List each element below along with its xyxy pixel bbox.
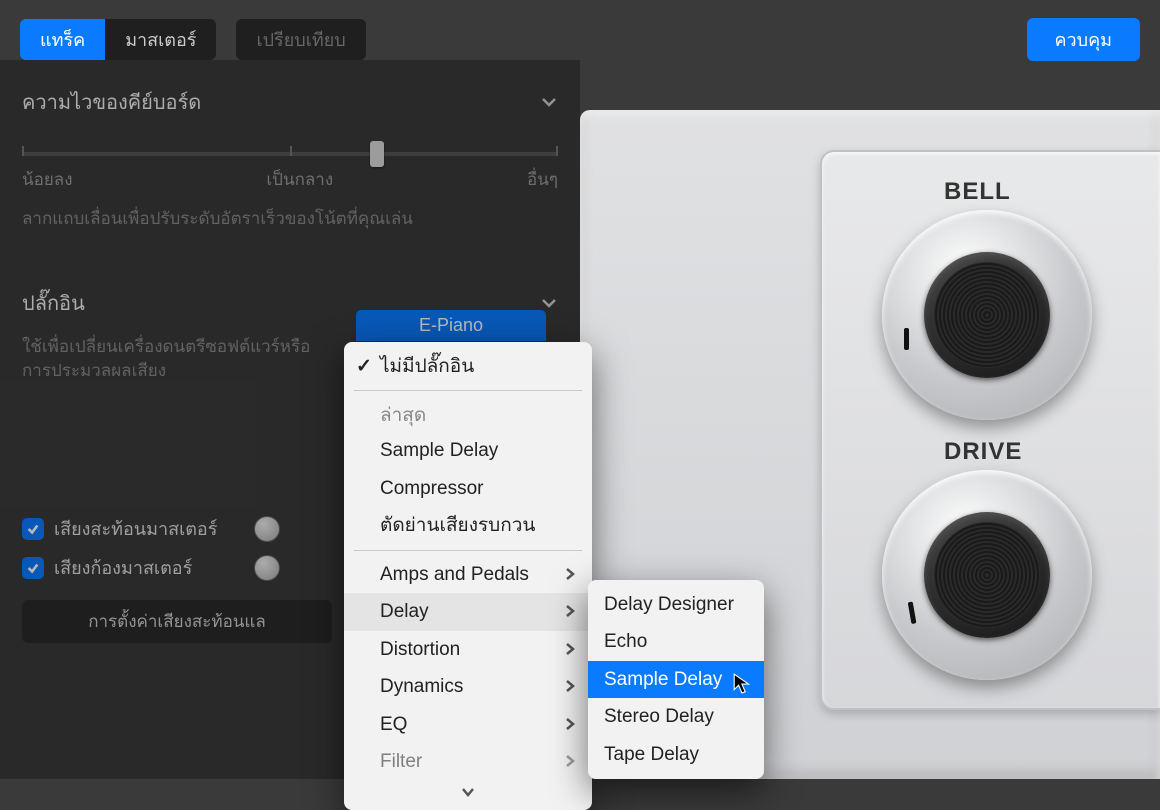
menu-item-no-plugin[interactable]: ไม่มีปลั๊กอิน [344,348,592,385]
velocity-title: ความไวของคีย์บอร์ด [22,86,201,118]
drive-knob-label: DRIVE [944,438,1160,466]
chevron-right-icon [564,672,576,701]
compare-button[interactable]: เปรียบเทียบ [236,19,365,60]
tab-master[interactable]: มาสเตอร์ [105,19,216,60]
controls-button[interactable]: ควบคุม [1027,18,1140,61]
chevron-right-icon [564,710,576,739]
submenu-item-tape-delay[interactable]: Tape Delay [588,736,764,773]
instrument-plugin-slot[interactable]: E-Piano [356,310,546,341]
master-echo-knob[interactable] [254,555,280,581]
menu-separator [354,550,582,551]
menu-item-distortion[interactable]: Distortion [344,631,592,668]
menu-item-amps-and-pedals[interactable]: Amps and Pedals [344,556,592,593]
knob-panel: BELL DRIVE [820,150,1160,710]
view-segmented-control: แทร็ค มาสเตอร์ [20,19,216,60]
menu-item-eq[interactable]: EQ [344,706,592,743]
master-reverb-knob[interactable] [254,516,280,542]
plugins-title: ปลั๊กอิน [22,287,85,319]
submenu-item-echo[interactable]: Echo [588,623,764,660]
chevron-down-icon [540,93,558,111]
master-echo-checkbox[interactable] [22,557,44,579]
mouse-cursor-icon [732,672,754,694]
chevron-right-icon [564,635,576,664]
menu-item-filter[interactable]: Filter [344,743,592,780]
menu-item-recent-compressor[interactable]: Compressor [344,470,592,507]
submenu-item-delay-designer[interactable]: Delay Designer [588,586,764,623]
tab-track[interactable]: แทร็ค [20,19,105,60]
plugin-menu: ไม่มีปลั๊กอิน ล่าสุด Sample Delay Compre… [344,342,592,810]
master-echo-label: เสียงก้องมาสเตอร์ [54,553,244,582]
submenu-item-stereo-delay[interactable]: Stereo Delay [588,698,764,735]
menu-scroll-down[interactable] [344,780,592,804]
bell-knob[interactable] [882,210,1092,420]
velocity-section-header[interactable]: ความไวของคีย์บอร์ด [22,72,558,128]
menu-item-recent-sample-delay[interactable]: Sample Delay [344,432,592,469]
menu-separator [354,390,582,391]
drive-knob[interactable] [882,470,1092,680]
menu-item-recent-noise-gate[interactable]: ตัดย่านเสียงรบกวน [344,507,592,544]
menu-item-dynamics[interactable]: Dynamics [344,668,592,705]
chevron-down-icon [540,294,558,312]
plugins-helper-text: ใช้เพื่อเปลี่ยนเครื่องดนตรีซอฟต์แวร์หรือ… [22,335,332,384]
master-reverb-label: เสียงสะท้อนมาสเตอร์ [54,514,244,543]
chevron-right-icon [564,597,576,626]
chevron-right-icon [564,747,576,776]
chevron-right-icon [564,560,576,589]
reverb-settings-button[interactable]: การตั้งค่าเสียงสะท้อนแล [22,600,332,643]
menu-item-delay[interactable]: Delay [344,593,592,630]
menu-heading-recent: ล่าสุด [344,396,592,432]
master-reverb-checkbox[interactable] [22,518,44,540]
velocity-helper-text: ลากแถบเลื่อนเพื่อปรับระดับอัตราเร็วของโน… [22,207,558,231]
velocity-slider[interactable] [22,152,558,156]
velocity-slider-thumb[interactable] [370,141,384,167]
velocity-slider-labels: น้อยลง เป็นกลาง อื่นๆ [22,166,558,193]
bell-knob-label: BELL [944,178,1160,206]
